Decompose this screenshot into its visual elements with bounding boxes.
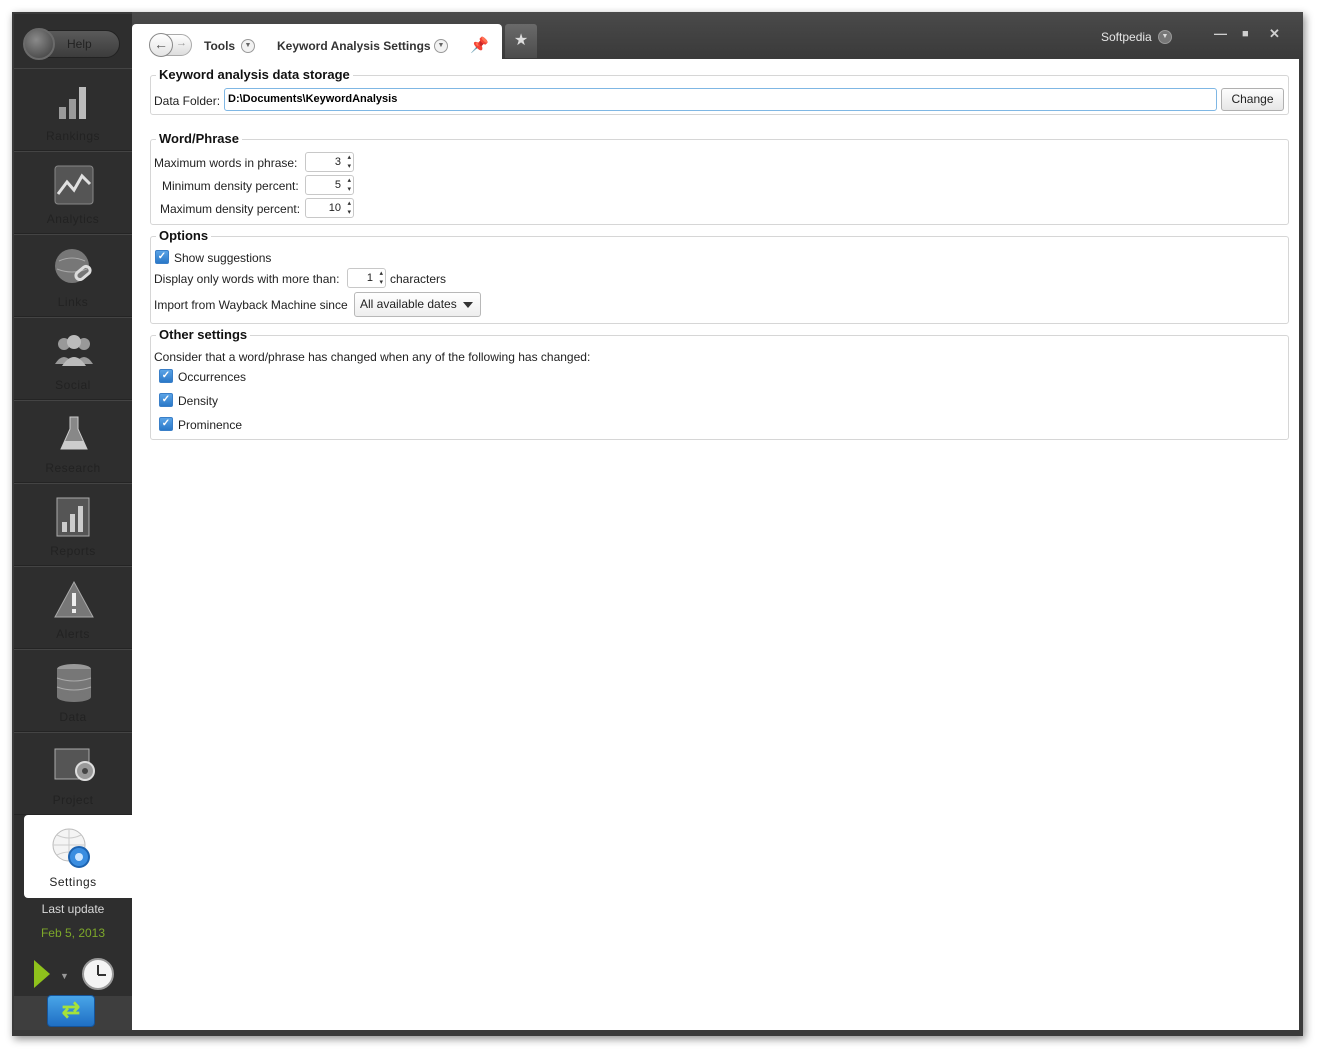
- sidebar-item-settings[interactable]: Settings: [24, 815, 132, 898]
- sidebar-item-label: Analytics: [46, 212, 100, 226]
- social-icon: [55, 335, 93, 366]
- show-suggestions-checkbox[interactable]: ✓: [155, 250, 169, 264]
- max-density-label: Maximum density percent:: [160, 202, 301, 216]
- other-settings-title: Other settings: [156, 327, 251, 342]
- user-menu[interactable]: Softpedia: [1101, 30, 1152, 44]
- star-icon: ★: [513, 32, 529, 49]
- favorites-tab[interactable]: ★: [505, 24, 537, 58]
- app-window: Help Rankings Analytics Links Social Res…: [12, 12, 1303, 1036]
- wayback-label: Import from Wayback Machine since: [154, 298, 348, 312]
- sidebar-item-data[interactable]: Data: [14, 649, 132, 732]
- sidebar-item-label: Rankings: [45, 129, 101, 143]
- min-chars-stepper[interactable]: 1: [347, 268, 386, 288]
- sidebar-item-analytics[interactable]: Analytics: [14, 151, 132, 234]
- min-chars-suffix: characters: [390, 272, 447, 286]
- project-icon: [54, 748, 95, 781]
- reports-icon: [56, 497, 90, 537]
- back-arrow-icon[interactable]: ←: [149, 33, 173, 57]
- sidebar-item-label: Social: [55, 378, 91, 392]
- pin-icon[interactable]: 📌: [470, 36, 489, 54]
- alerts-icon: [54, 580, 94, 618]
- maximize-button[interactable]: ■: [1242, 28, 1249, 40]
- minimize-button[interactable]: —: [1214, 26, 1227, 41]
- max-words-stepper[interactable]: 3: [305, 152, 354, 172]
- chevron-down-icon[interactable]: ▼: [60, 971, 69, 981]
- settings-content: Keyword analysis data storage Data Folde…: [132, 59, 1299, 1030]
- max-density-stepper[interactable]: 10: [305, 198, 354, 218]
- play-icon[interactable]: [34, 960, 50, 988]
- clock-icon[interactable]: [82, 958, 114, 990]
- change-button[interactable]: Change: [1221, 88, 1284, 111]
- show-suggestions-label: Show suggestions: [174, 251, 272, 265]
- sidebar-item-label: Research: [45, 461, 101, 475]
- other-settings-group: Other settings Consider that a word/phra…: [150, 327, 1289, 440]
- occurrences-label: Occurrences: [178, 370, 247, 384]
- options-title: Options: [156, 228, 212, 243]
- prominence-label: Prominence: [178, 418, 243, 432]
- density-label: Density: [178, 394, 219, 408]
- sidebar-item-project[interactable]: Project: [14, 732, 132, 815]
- last-update-date: Feb 5, 2013: [40, 926, 106, 940]
- max-words-label: Maximum words in phrase:: [154, 156, 298, 170]
- storage-title: Keyword analysis data storage: [156, 67, 353, 82]
- breadcrumb-tools[interactable]: Tools: [204, 39, 235, 53]
- density-checkbox[interactable]: ✓: [159, 393, 173, 407]
- data-icon: [56, 664, 92, 702]
- settings-icon: [52, 828, 90, 868]
- word-phrase-title: Word/Phrase: [156, 131, 242, 146]
- sidebar-item-label: Settings: [49, 875, 97, 889]
- occurrences-checkbox[interactable]: ✓: [159, 369, 173, 383]
- data-folder-label: Data Folder:: [154, 94, 221, 108]
- sidebar-item-rankings[interactable]: Rankings: [14, 68, 132, 151]
- breadcrumb-page[interactable]: Keyword Analysis Settings: [277, 39, 431, 53]
- chevron-down-icon[interactable]: ▼: [434, 39, 448, 53]
- min-density-label: Minimum density percent:: [162, 179, 299, 193]
- wayback-select[interactable]: All available dates: [354, 292, 481, 317]
- forward-arrow-icon[interactable]: →: [176, 37, 187, 49]
- data-folder-field[interactable]: D:\Documents\KeywordAnalysis: [224, 88, 1217, 111]
- help-button[interactable]: Help: [23, 28, 120, 60]
- wayback-select-value: All available dates: [360, 297, 457, 311]
- min-density-stepper[interactable]: 5: [305, 175, 354, 195]
- rankings-icon: [59, 87, 86, 119]
- last-update-panel: Last update Feb 5, 2013: [14, 902, 132, 940]
- chevron-down-icon[interactable]: ▼: [1158, 30, 1172, 44]
- help-globe-icon: [23, 28, 55, 60]
- min-chars-label: Display only words with more than:: [154, 272, 340, 286]
- sidebar-item-label: Alerts: [56, 627, 90, 641]
- sidebar-nav: Rankings Analytics Links Social Research…: [14, 68, 132, 898]
- links-icon: [55, 249, 92, 283]
- research-icon: [60, 416, 88, 450]
- sidebar-item-label: Links: [57, 295, 89, 309]
- sidebar: Help Rankings Analytics Links Social Res…: [14, 14, 132, 1030]
- sidebar-item-label: Reports: [50, 544, 96, 558]
- sidebar-item-alerts[interactable]: Alerts: [14, 566, 132, 649]
- analytics-icon: [54, 165, 94, 205]
- sidebar-item-label: Data: [59, 710, 87, 724]
- nav-arrows: ← →: [149, 33, 192, 57]
- options-group: Options ✓ Show suggestions Display only …: [150, 228, 1289, 324]
- word-phrase-group: Word/Phrase Maximum words in phrase: 3 M…: [150, 131, 1289, 225]
- sidebar-item-research[interactable]: Research: [14, 400, 132, 483]
- prominence-checkbox[interactable]: ✓: [159, 417, 173, 431]
- sidebar-item-reports[interactable]: Reports: [14, 483, 132, 566]
- chevron-down-icon[interactable]: ▼: [241, 39, 255, 53]
- storage-group: Keyword analysis data storage Data Folde…: [150, 67, 1289, 115]
- sidebar-item-links[interactable]: Links: [14, 234, 132, 317]
- last-update-label: Last update: [41, 902, 105, 916]
- sidebar-item-label: Project: [52, 793, 94, 807]
- sidebar-item-social[interactable]: Social: [14, 317, 132, 400]
- help-label: Help: [67, 37, 92, 51]
- close-button[interactable]: ✕: [1269, 26, 1280, 42]
- chevron-down-icon: [463, 302, 473, 308]
- sync-button[interactable]: ⇄: [47, 995, 95, 1027]
- change-criteria-description: Consider that a word/phrase has changed …: [154, 350, 591, 364]
